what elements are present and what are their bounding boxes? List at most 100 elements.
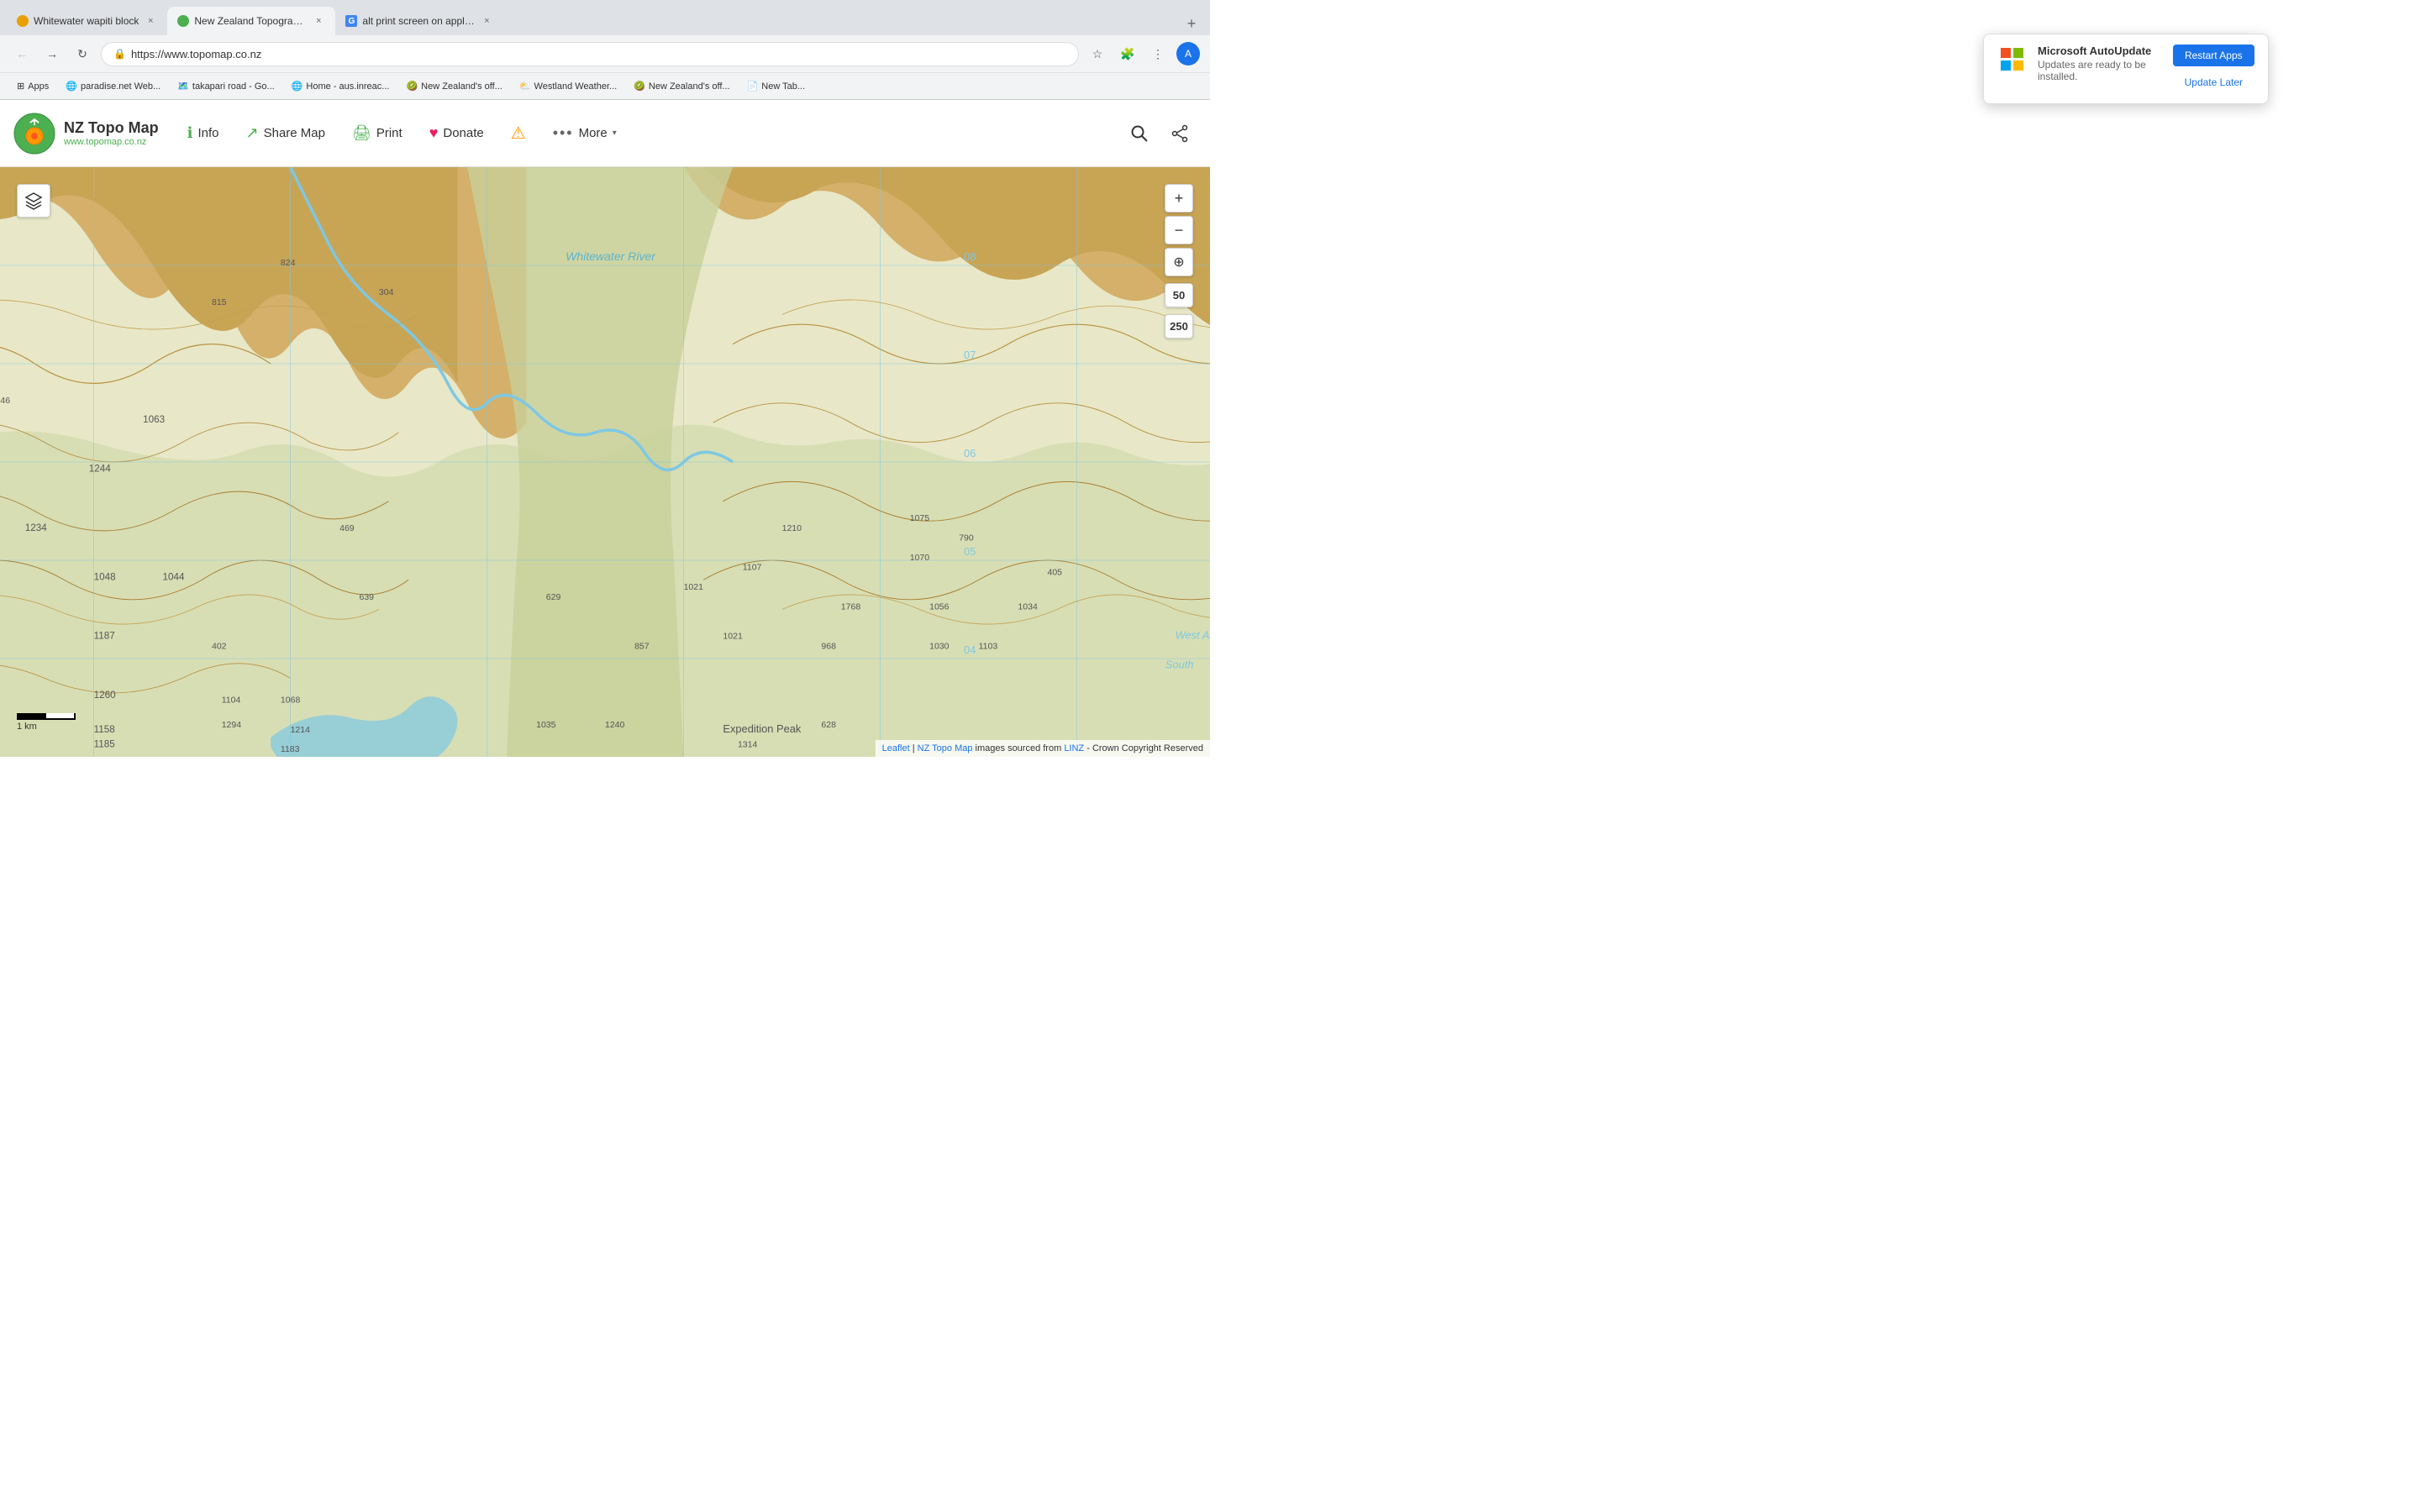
logo-icon	[13, 113, 55, 155]
menu-button[interactable]: ⋮	[1146, 42, 1170, 66]
search-button[interactable]	[1123, 117, 1156, 150]
svg-text:1260: 1260	[94, 690, 117, 701]
svg-text:646: 646	[0, 396, 10, 406]
newtab-icon: 📄	[747, 81, 759, 92]
map-attribution: Leaflet | NZ Topo Map images sourced fro…	[876, 740, 1210, 757]
layer-button[interactable]	[17, 184, 50, 218]
svg-text:968: 968	[821, 641, 836, 651]
reload-button[interactable]: ↻	[71, 42, 94, 66]
back-button[interactable]: ←	[10, 42, 34, 66]
svg-text:815: 815	[212, 297, 227, 307]
svg-text:1183: 1183	[281, 744, 300, 754]
tab-close-nz[interactable]: ×	[312, 14, 325, 28]
svg-text:1044: 1044	[163, 571, 186, 582]
nav-alert[interactable]: ⚠	[499, 116, 538, 150]
nz-off1-icon: 🥝	[406, 81, 418, 92]
print-icon: 🖨	[352, 124, 371, 142]
update-later-button[interactable]: Update Later	[2173, 71, 2254, 93]
forward-button[interactable]: →	[40, 42, 64, 66]
bookmark-takapari[interactable]: 🗺️ takapari road - Go...	[171, 79, 281, 93]
bookmark-westland[interactable]: ⛅ Westland Weather...	[513, 79, 623, 93]
tab-title-g: alt print screen on apple ke...	[362, 15, 475, 27]
bookmark-apps-label: Apps	[28, 81, 49, 92]
tab-close-g[interactable]: ×	[480, 14, 493, 28]
nav-more[interactable]: ••• More ▾	[541, 118, 629, 149]
restart-apps-button[interactable]: Restart Apps	[2173, 45, 2254, 66]
nz-off2-icon: 🥝	[634, 81, 645, 92]
nav-info[interactable]: ℹ Info	[176, 118, 231, 149]
zoom-scale-50[interactable]: 50	[1165, 283, 1193, 307]
svg-text:1234: 1234	[25, 522, 48, 533]
svg-text:1035: 1035	[536, 720, 556, 730]
westland-icon: ⛅	[519, 81, 531, 92]
svg-text:1070: 1070	[910, 553, 930, 563]
alert-icon: ⚠	[511, 123, 526, 144]
logo-url: www.topomap.co.nz	[64, 137, 159, 147]
browser-chrome: Whitewater wapiti block × New Zealand To…	[0, 0, 1210, 100]
bookmark-button[interactable]: ☆	[1086, 42, 1109, 66]
svg-text:1068: 1068	[281, 696, 301, 706]
logo-name: NZ Topo Map	[64, 119, 159, 137]
tab-google[interactable]: G alt print screen on apple ke... ×	[335, 7, 503, 35]
svg-text:1075: 1075	[910, 513, 930, 523]
bookmark-newtab[interactable]: 📄 New Tab...	[740, 79, 812, 93]
url-bar[interactable]: 🔒 https://www.topomap.co.nz	[101, 42, 1079, 66]
tab-favicon-ww	[17, 15, 29, 27]
logo[interactable]: NZ Topo Map www.topomap.co.nz	[13, 113, 159, 155]
linz-link: LINZ	[1064, 743, 1084, 753]
app-header: NZ Topo Map www.topomap.co.nz ℹ Info ↗ S…	[0, 100, 1210, 167]
svg-text:1187: 1187	[94, 631, 115, 642]
tab-close-ww[interactable]: ×	[144, 14, 157, 28]
share-icon: ↗	[246, 124, 259, 142]
zoom-scale-250[interactable]: 250	[1165, 314, 1193, 339]
svg-text:1314: 1314	[738, 739, 758, 749]
notification-icon	[1997, 45, 2028, 75]
nav-donate[interactable]: ♥ Donate	[418, 118, 496, 149]
header-actions	[1123, 117, 1197, 150]
svg-text:1056: 1056	[929, 602, 950, 612]
bookmark-apps[interactable]: ⊞ Apps	[10, 79, 55, 93]
logo-text: NZ Topo Map www.topomap.co.nz	[64, 119, 159, 147]
map-background: 1000 1234 1244 1063 1048 1187 1260 1158 …	[0, 167, 1210, 757]
nztopo-link: NZ Topo Map	[918, 743, 973, 753]
bookmark-nz-off1[interactable]: 🥝 New Zealand's off...	[399, 79, 508, 93]
locate-button[interactable]: ⊕	[1165, 248, 1193, 276]
url-text: https://www.topomap.co.nz	[131, 48, 261, 60]
security-icon: 🔒	[113, 48, 126, 60]
zoom-in-button[interactable]: +	[1165, 184, 1193, 213]
profile-button[interactable]: A	[1176, 42, 1200, 66]
svg-text:07: 07	[964, 349, 976, 361]
info-icon: ℹ	[187, 124, 193, 142]
tab-whitewater[interactable]: Whitewater wapiti block ×	[7, 7, 167, 35]
svg-text:West Arm: West Arm	[1176, 629, 1210, 642]
svg-text:1021: 1021	[723, 632, 743, 642]
notification-actions: Restart Apps Update Later	[2173, 45, 2254, 93]
svg-text:1021: 1021	[684, 582, 704, 592]
nav-menu: ℹ Info ↗ Share Map 🖨 Print ♥ Donate ⚠ ••…	[176, 116, 629, 150]
svg-text:304: 304	[379, 287, 394, 297]
share-map-button[interactable]	[1163, 117, 1197, 150]
nav-share[interactable]: ↗ Share Map	[234, 118, 337, 149]
svg-text:08: 08	[964, 250, 976, 263]
bookmark-paradise[interactable]: 🌐 paradise.net Web...	[59, 79, 167, 93]
svg-text:1107: 1107	[743, 563, 762, 573]
svg-text:790: 790	[959, 533, 974, 543]
tab-bar: Whitewater wapiti block × New Zealand To…	[0, 0, 1210, 35]
zoom-out-button[interactable]: −	[1165, 216, 1193, 244]
bookmark-nz-off2[interactable]: 🥝 New Zealand's off...	[627, 79, 736, 93]
bookmark-newtab-label: New Tab...	[761, 81, 805, 92]
svg-text:1214: 1214	[291, 725, 311, 735]
bookmark-home-aus[interactable]: 🌐 Home - aus.inreac...	[285, 79, 397, 93]
notification-body: Updates are ready to be installed.	[2038, 59, 2156, 82]
tab-nztopo[interactable]: New Zealand Topographic Map ×	[167, 7, 335, 35]
new-tab-button[interactable]: +	[1180, 12, 1203, 35]
map-container[interactable]: 1000 1234 1244 1063 1048 1187 1260 1158 …	[0, 167, 1210, 757]
svg-text:857: 857	[634, 641, 650, 651]
nav-print[interactable]: 🖨 Print	[340, 118, 414, 149]
svg-text:405: 405	[1047, 568, 1062, 578]
svg-text:04: 04	[964, 643, 976, 656]
microsoft-icon	[2001, 48, 2024, 71]
more-dots-icon: •••	[553, 124, 574, 142]
svg-text:05: 05	[964, 545, 976, 558]
extensions-button[interactable]: 🧩	[1116, 42, 1139, 66]
